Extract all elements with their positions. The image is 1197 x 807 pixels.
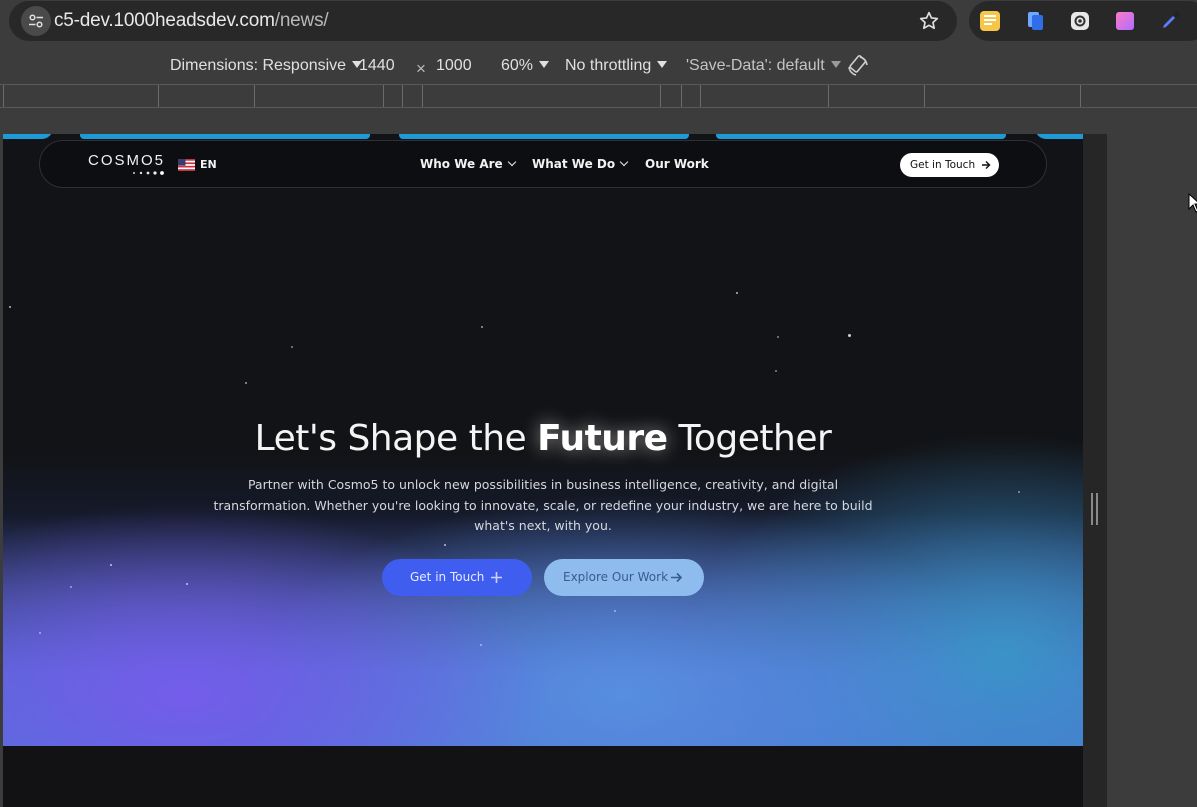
star: [848, 334, 851, 337]
width-input[interactable]: 1440: [359, 57, 395, 75]
zoom-dropdown[interactable]: 60%: [501, 57, 550, 75]
url-path: /news/: [274, 10, 329, 31]
logo-dots-icon: [133, 171, 164, 175]
url-host: c5-dev.1000headsdev.com: [54, 10, 275, 31]
address-bar[interactable]: c5-dev.1000headsdev.com/news/: [9, 1, 957, 41]
star: [777, 336, 779, 338]
site-info-button[interactable]: [21, 6, 51, 36]
cosmo5-logo-text[interactable]: COSMO5: [88, 152, 165, 169]
star: [110, 564, 112, 566]
pages-extension-icon[interactable]: [1024, 10, 1046, 32]
bookmark-star-icon[interactable]: [918, 10, 940, 32]
ruler-tick: [660, 85, 661, 107]
save-data-dropdown[interactable]: 'Save-Data': default: [686, 57, 841, 75]
handle-bar: [1091, 493, 1093, 525]
star: [736, 292, 738, 294]
nav-what-we-do[interactable]: What We Do: [532, 157, 629, 171]
carousel-card-peek: [716, 134, 1006, 139]
carousel-card-peek: [3, 134, 53, 139]
nav-who-we-are[interactable]: Who We Are: [420, 157, 516, 171]
viewport-resize-handle[interactable]: [1091, 493, 1099, 525]
tune-icon: [29, 14, 43, 28]
carousel-card-peek: [80, 134, 370, 139]
gradient-extension-icon[interactable]: [1114, 10, 1136, 32]
nav-get-in-touch-button[interactable]: Get in Touch: [900, 153, 999, 177]
handle-bar: [1096, 493, 1098, 525]
ruler-tick: [383, 85, 384, 107]
dimensions-label: Dimensions: Responsive: [170, 57, 347, 74]
hero-title-emphasis: Future: [537, 418, 668, 459]
rotate-icon[interactable]: [846, 54, 870, 78]
language-selector[interactable]: EN: [200, 158, 217, 171]
hero-subtitle: Partner with Cosmo5 to unlock new possib…: [213, 477, 873, 533]
star: [70, 586, 72, 588]
caret-down-icon: [539, 61, 550, 68]
star: [614, 610, 616, 612]
ruler-tick: [681, 85, 682, 107]
arrow-right-icon: [982, 161, 991, 169]
screen-capture-extension-icon[interactable]: [1069, 10, 1091, 32]
mouse-cursor-icon: [1188, 193, 1197, 213]
carousel-card-peek: [399, 134, 689, 139]
us-flag-icon[interactable]: [178, 159, 195, 171]
button-label: Get in Touch: [410, 570, 485, 584]
save-data-label: 'Save-Data': default: [686, 57, 825, 74]
throttling-dropdown[interactable]: No throttling: [565, 57, 668, 75]
emulated-page: EN COSMO5 EN Who We Are What We Do Our W…: [3, 134, 1083, 807]
media-query-ruler[interactable]: [0, 84, 1197, 108]
caret-down-icon: [657, 61, 668, 68]
plus-icon: [491, 572, 502, 583]
color-picker-extension-icon[interactable]: [1159, 10, 1181, 32]
ruler-tick: [402, 85, 403, 107]
star: [444, 544, 446, 546]
button-label: Explore Our Work: [563, 570, 669, 584]
hero-title-end: Together: [667, 418, 832, 459]
ruler-tick: [3, 85, 4, 107]
zoom-label: 60%: [501, 57, 534, 74]
explore-our-work-button[interactable]: Explore Our Work: [544, 559, 704, 596]
hero-title: Let's Shape the Future Together: [3, 418, 1083, 459]
times-separator: ×: [416, 59, 426, 78]
hero-get-in-touch-button[interactable]: Get in Touch: [382, 559, 532, 596]
hero-section: EN COSMO5 EN Who We Are What We Do Our W…: [3, 134, 1083, 746]
nav-label: What We Do: [532, 157, 616, 171]
hero-title-start: Let's Shape the: [254, 418, 538, 459]
device-toolbar: Dimensions: Responsive 1440 × 1000 60% N…: [0, 52, 1197, 82]
chevron-down-icon: [507, 157, 516, 167]
star: [9, 306, 11, 308]
chevron-down-icon: [619, 157, 629, 167]
nav-label: Who We Are: [420, 157, 503, 171]
browser-toolbar: c5-dev.1000headsdev.com/news/: [0, 0, 1197, 42]
site-header-nav: EN COSMO5 EN Who We Are What We Do Our W…: [39, 140, 1047, 188]
nav-our-work[interactable]: Our Work: [645, 157, 709, 171]
star: [480, 644, 482, 646]
ruler-tick: [700, 85, 701, 107]
ruler-tick: [1080, 85, 1081, 107]
star: [39, 632, 41, 634]
url-text[interactable]: c5-dev.1000headsdev.com/news/: [54, 10, 329, 32]
ruler-tick: [924, 85, 925, 107]
extensions-bar: [969, 1, 1197, 41]
ruler-tick: [254, 85, 255, 107]
next-section: [3, 746, 1083, 807]
star: [775, 370, 777, 372]
arrow-right-icon: [671, 572, 683, 583]
star: [245, 382, 247, 384]
dimensions-dropdown[interactable]: Dimensions: Responsive: [170, 57, 363, 75]
caret-down-icon: [830, 61, 841, 68]
ruler-tick: [828, 85, 829, 107]
throttling-label: No throttling: [565, 57, 652, 74]
star: [291, 346, 293, 348]
carousel-card-peek: [1035, 134, 1083, 139]
notes-extension-icon[interactable]: [979, 10, 1001, 32]
star: [186, 583, 188, 585]
height-input[interactable]: 1000: [436, 57, 472, 75]
button-label: Get in Touch: [910, 159, 976, 171]
resize-gutter: [1083, 134, 1107, 807]
star: [481, 326, 483, 328]
star: [1018, 491, 1020, 493]
ruler-tick: [158, 85, 159, 107]
ruler-tick: [422, 85, 423, 107]
